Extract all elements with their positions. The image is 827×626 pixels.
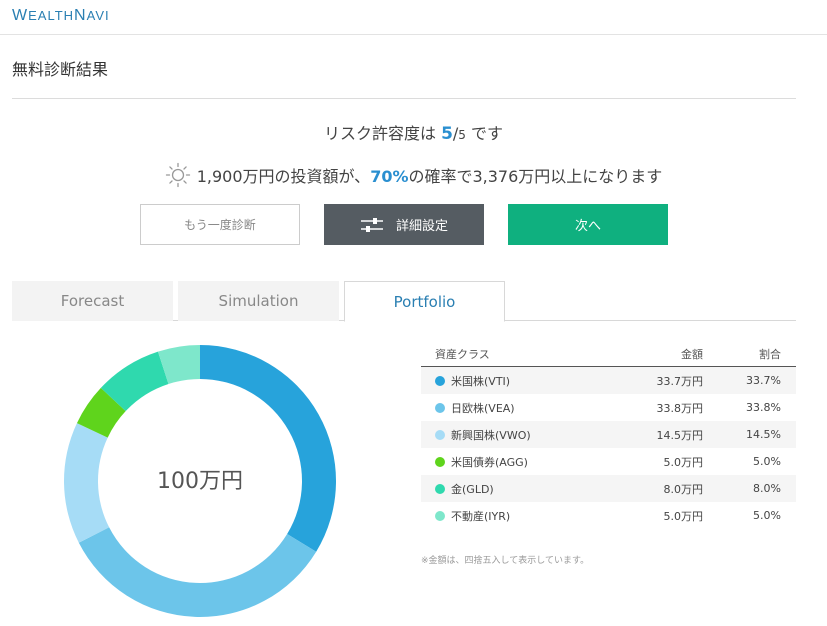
asset-amount: 5.0万円 [663, 455, 704, 469]
allocation-rows: 米国株(VTI) 33.7万円 33.7% 日欧株(VEA) 33.8万円 33.8% 新興… [421, 367, 796, 529]
legend-dot [435, 375, 445, 386]
asset-ratio: 5.0% [753, 455, 781, 468]
asset-name: 日欧株(VEA) [451, 401, 515, 415]
probability-value: 70% [370, 167, 409, 186]
portfolio-donut-chart: 100万円 [60, 341, 340, 621]
table-row: 日欧株(VEA) 33.8万円 33.8% [421, 394, 796, 421]
tab-portfolio[interactable]: Portfolio [344, 281, 505, 322]
result-tabs: Forecast Simulation Portfolio [12, 281, 796, 322]
sun-icon [165, 162, 190, 188]
next-button[interactable]: 次へ [508, 204, 668, 245]
table-row: 金(GLD) 8.0万円 8.0% [421, 475, 796, 502]
rounding-note: ※金額は、四捨五入して表示しています。 [421, 556, 590, 566]
donut-slice [78, 527, 317, 617]
detail-settings-button[interactable]: 詳細設定 [324, 204, 484, 245]
asset-amount: 33.7万円 [656, 374, 704, 388]
asset-ratio: 33.8% [746, 401, 781, 414]
risk-value: 5 [441, 124, 453, 144]
asset-ratio: 8.0% [753, 482, 781, 495]
asset-name: 不動産(IYR) [451, 509, 511, 523]
asset-amount: 14.5万円 [656, 428, 704, 442]
table-row: 新興国株(VWO) 14.5万円 14.5% [421, 421, 796, 448]
asset-amount: 8.0万円 [663, 482, 704, 496]
asset-name: 金(GLD) [451, 482, 494, 496]
legend-dot [435, 510, 445, 521]
tab-forecast[interactable]: Forecast [12, 281, 173, 321]
allocation-table: 資産クラス 金額 割合 米国株(VTI) 33.7万円 33.7% 日欧株(VEA) 3… [421, 341, 796, 529]
tab-simulation[interactable]: Simulation [178, 281, 339, 321]
asset-ratio: 33.7% [746, 374, 781, 387]
asset-ratio: 14.5% [746, 428, 781, 441]
risk-max: 5 [458, 128, 466, 142]
legend-dot [435, 402, 445, 413]
risk-tolerance-text: リスク許容度は 5/5 です [323, 124, 504, 144]
portfolio-total: 100万円 [157, 469, 243, 494]
asset-amount: 33.8万円 [656, 401, 704, 415]
legend-dot [435, 456, 445, 467]
header-ratio: 割合 [759, 347, 781, 361]
page-title: 無料診断結果 [12, 60, 109, 79]
top-bar: WEALTHNAVI [0, 0, 827, 35]
table-row: 不動産(IYR) 5.0万円 5.0% [421, 502, 796, 529]
header-asset-class: 資産クラス [435, 347, 490, 361]
detail-settings-label: 詳細設定 [395, 219, 448, 234]
asset-ratio: 5.0% [753, 509, 781, 522]
allocation-table-header: 資産クラス 金額 割合 [421, 341, 796, 367]
wealthnavi-logo[interactable]: WEALTHNAVI [12, 7, 110, 25]
legend-dot [435, 429, 445, 440]
asset-name: 米国債券(AGG) [451, 455, 528, 469]
donut-slice [200, 345, 337, 552]
table-row: 米国株(VTI) 33.7万円 33.7% [421, 367, 796, 394]
asset-name: 米国株(VTI) [451, 374, 511, 388]
retry-diagnosis-button[interactable]: もう一度診断 [140, 204, 300, 245]
forecast-text: 1,900万円の投資額が、70%の確率で3,376万円以上になります [0, 162, 827, 188]
legend-dot [435, 483, 445, 494]
asset-name: 新興国株(VWO) [451, 428, 531, 442]
sliders-icon [360, 217, 383, 232]
header-amount: 金額 [681, 347, 703, 361]
divider [12, 98, 796, 99]
asset-amount: 5.0万円 [663, 509, 704, 523]
table-row: 米国債券(AGG) 5.0万円 5.0% [421, 448, 796, 475]
